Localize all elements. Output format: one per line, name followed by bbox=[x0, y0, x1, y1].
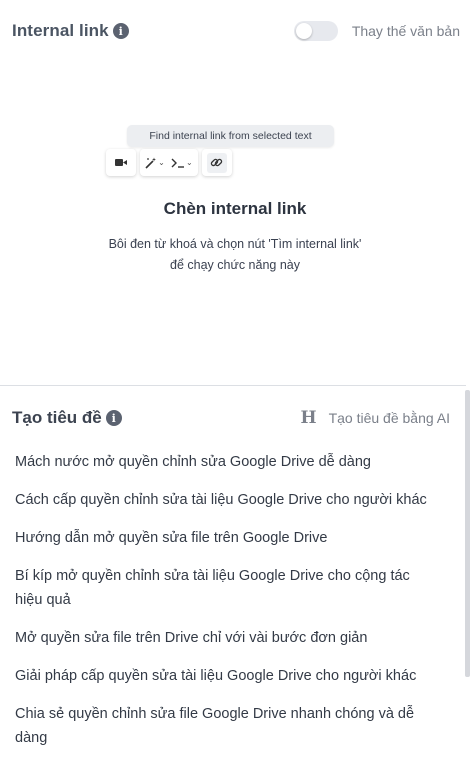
video-icon[interactable] bbox=[111, 153, 131, 173]
toolbar-group-link bbox=[201, 149, 232, 176]
title-suggestion[interactable]: Mách nước mở quyền chỉnh sửa Google Driv… bbox=[15, 450, 435, 474]
internal-link-title-group: Internal link i bbox=[12, 21, 129, 41]
scrollbar-track[interactable] bbox=[464, 386, 470, 768]
toggle-knob bbox=[295, 23, 312, 39]
toolbar-group-tools: ⌄ ⌄ bbox=[140, 149, 198, 176]
empty-state-description: Bôi đen từ khoá và chọn nút 'Tìm interna… bbox=[108, 237, 362, 272]
title-suggestion[interactable]: Bí kíp mở quyền chỉnh sửa tài liệu Googl… bbox=[15, 564, 435, 612]
title-generator-title-group: Tạo tiêu đề i bbox=[12, 408, 122, 428]
info-icon[interactable]: i bbox=[105, 410, 122, 426]
title-suggestion-list: Mách nước mở quyền chỉnh sửa Google Driv… bbox=[15, 450, 435, 764]
empty-state-title: Chèn internal link bbox=[163, 199, 307, 218]
internal-link-panel: Internal link i Thay thế văn bản Find in… bbox=[0, 0, 470, 385]
magic-wand-icon[interactable]: ⌄ bbox=[145, 153, 165, 173]
internal-link-title: Internal link bbox=[12, 21, 109, 40]
title-generator-panel: Tạo tiêu đề i H Tạo tiêu đề bằng AI Mách… bbox=[0, 386, 470, 768]
toolbar-group-media bbox=[106, 149, 136, 176]
chevron-down-icon: ⌄ bbox=[158, 158, 165, 167]
title-suggestion[interactable]: Mở quyền sửa file trên Drive chỉ với vài… bbox=[15, 626, 435, 650]
terminal-icon[interactable]: ⌄ bbox=[171, 153, 193, 173]
link-icon[interactable] bbox=[206, 152, 227, 173]
replace-text-toggle-group: Thay thế văn bản bbox=[293, 21, 460, 41]
find-internal-link-tooltip: Find internal link from selected text bbox=[127, 125, 334, 147]
title-suggestion[interactable]: Giải pháp cấp quyền sửa tài liệu Google … bbox=[15, 664, 435, 688]
title-suggestion[interactable]: Chia sẻ quyền chỉnh sửa file Google Driv… bbox=[15, 702, 435, 750]
title-generator-header: Tạo tiêu đề i H Tạo tiêu đề bằng AI bbox=[12, 406, 450, 430]
editor-toolbar-preview: ⌄ ⌄ bbox=[106, 149, 232, 176]
chevron-down-icon: ⌄ bbox=[186, 158, 193, 167]
heading-icon: H bbox=[300, 408, 317, 428]
generate-title-ai-button[interactable]: H Tạo tiêu đề bằng AI bbox=[301, 408, 451, 428]
title-suggestion[interactable]: Hướng dẫn mở quyền sửa file trên Google … bbox=[15, 526, 435, 550]
generate-title-ai-label: Tạo tiêu đề bằng AI bbox=[328, 410, 450, 426]
info-icon[interactable]: i bbox=[112, 23, 129, 39]
title-generator-title: Tạo tiêu đề bbox=[12, 408, 102, 427]
scrollbar-thumb[interactable] bbox=[465, 390, 470, 677]
replace-text-label: Thay thế văn bản bbox=[351, 23, 460, 39]
internal-link-header: Internal link i Thay thế văn bản bbox=[12, 18, 460, 44]
replace-text-toggle[interactable] bbox=[293, 21, 338, 41]
title-suggestion[interactable]: Cách cấp quyền chỉnh sửa tài liệu Google… bbox=[15, 488, 435, 512]
